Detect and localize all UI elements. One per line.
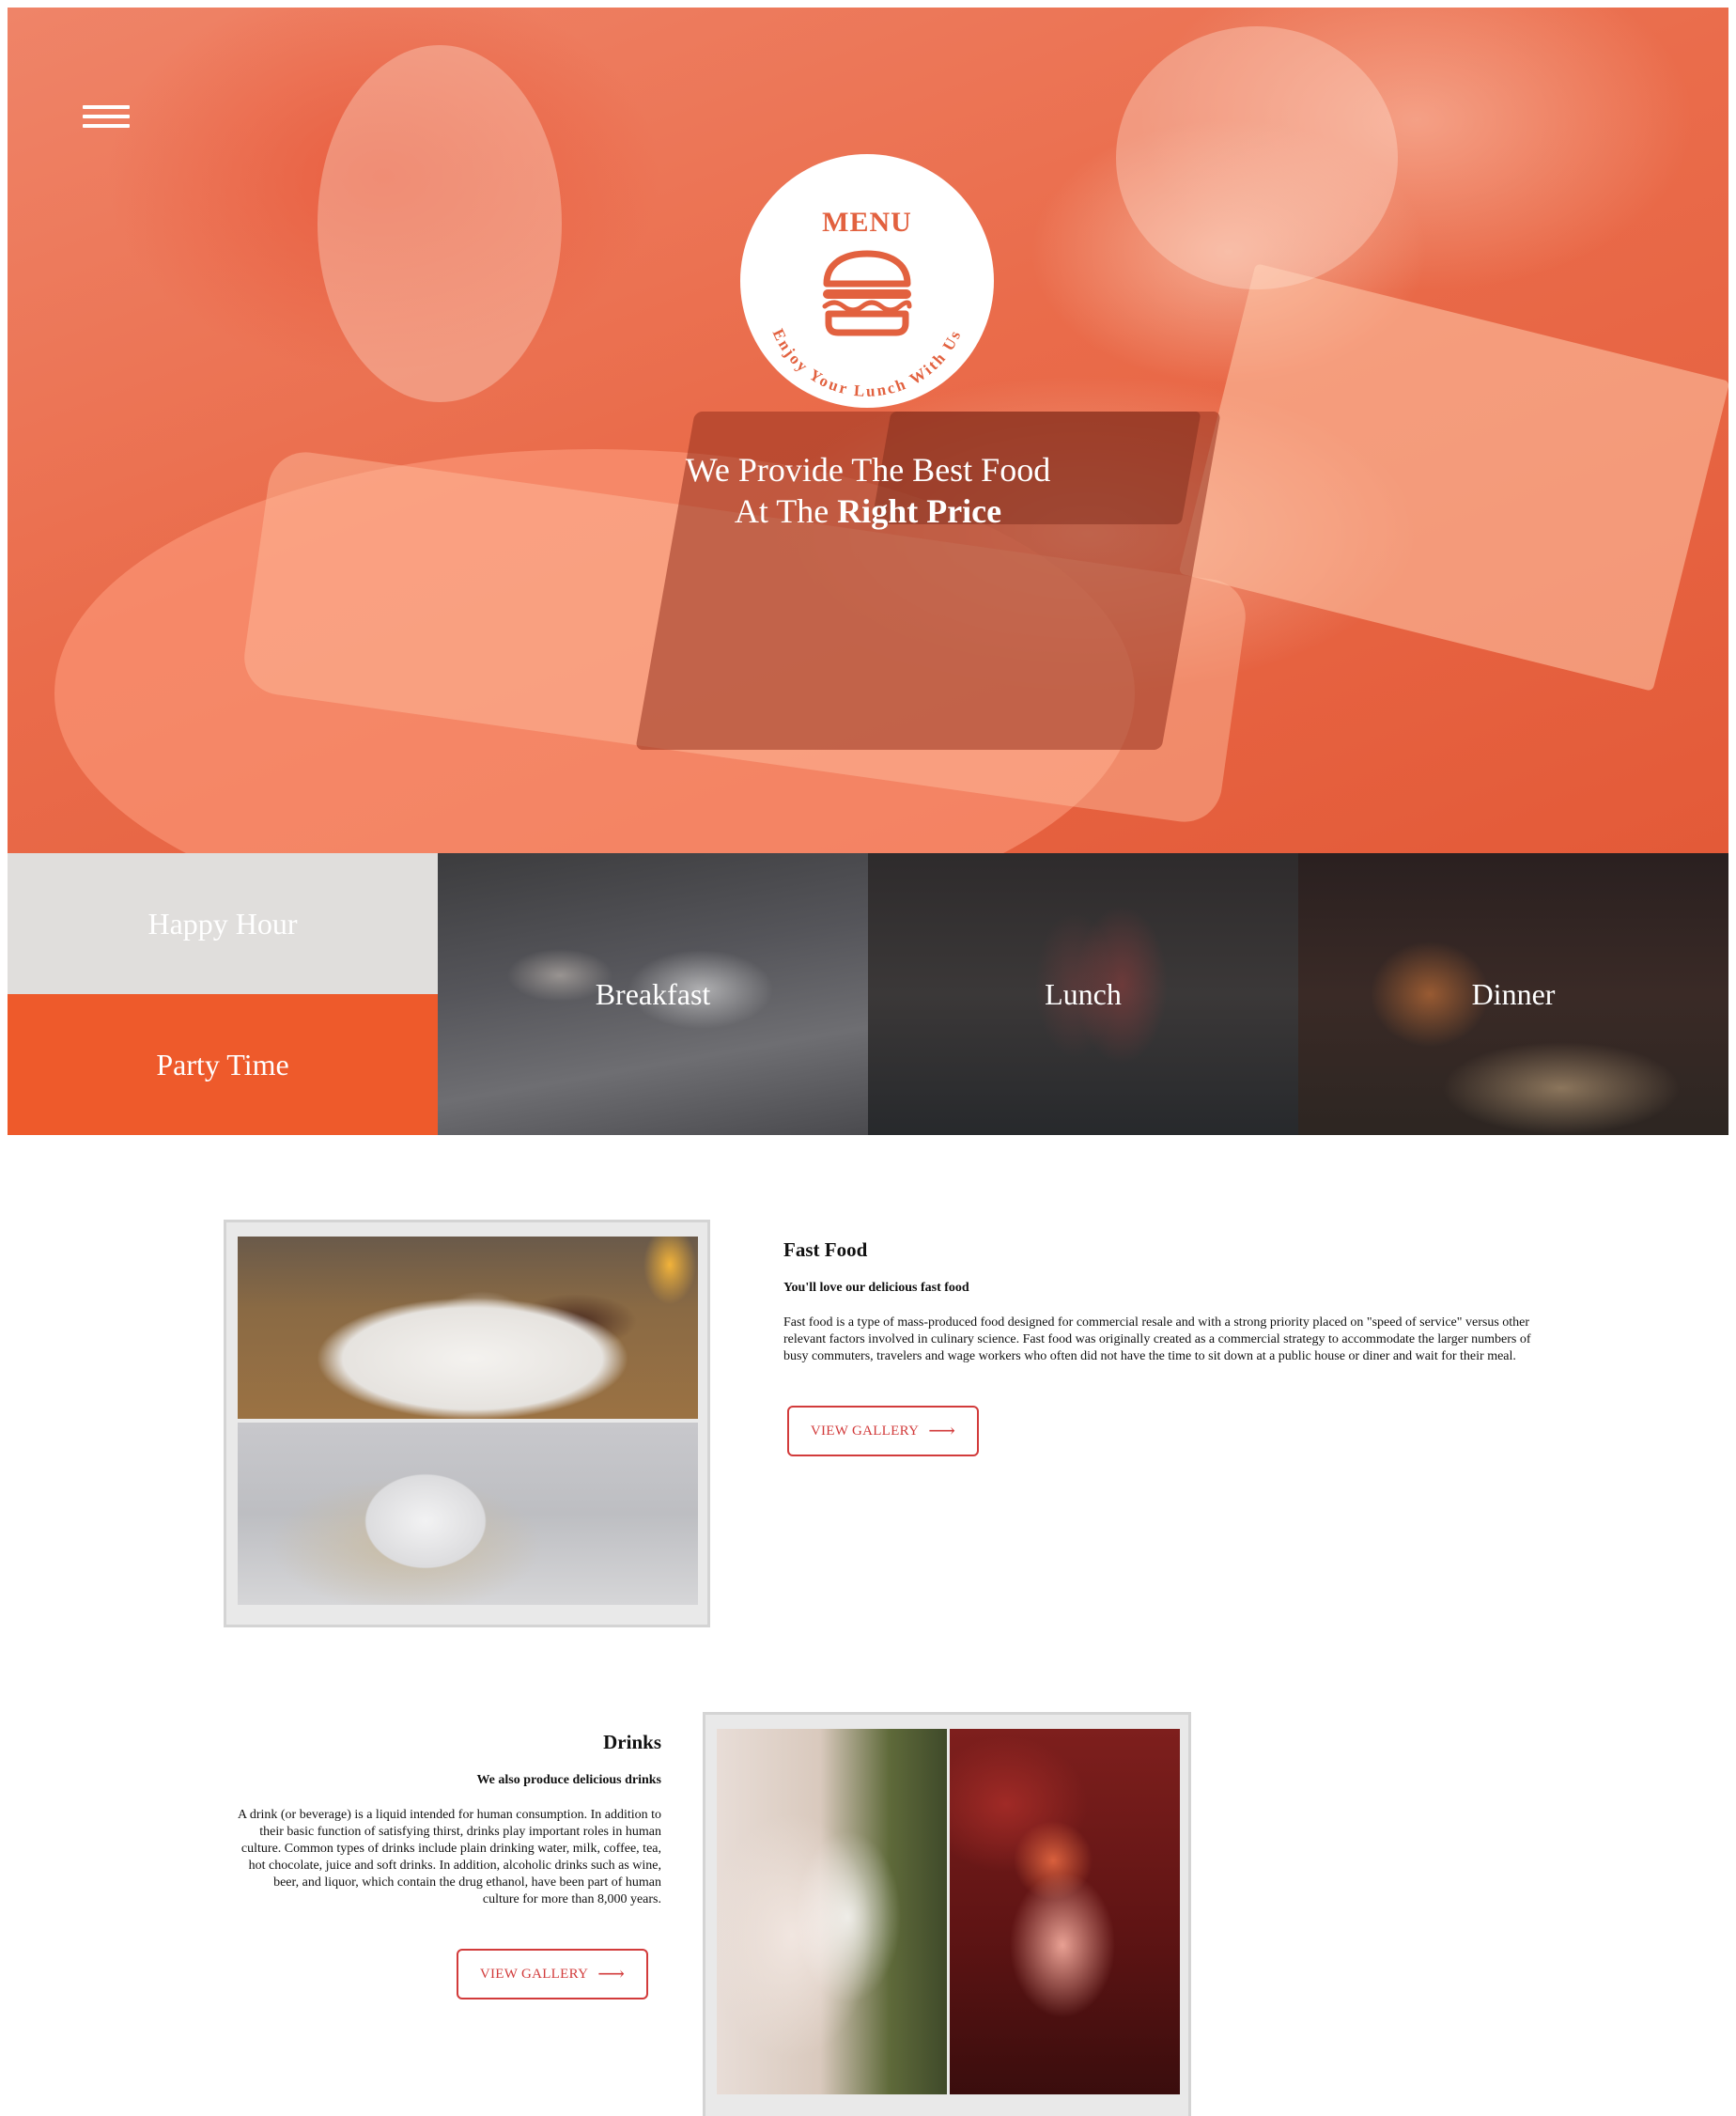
page: MENU Enjoy Your Lunch With Us We Provide… [8,8,1728,2116]
svg-text:Enjoy Your Lunch With Us: Enjoy Your Lunch With Us [769,326,966,400]
drinks-title: Drinks [603,1731,661,1753]
drinks-photo-water-glass [717,1729,947,2094]
fast-food-text: Fast Food You'll love our delicious fast… [783,1238,1535,1365]
tile-happy-hour[interactable]: Happy Hour [8,853,438,994]
tile-label: Dinner [1471,976,1556,1011]
drinks-subtitle: We also produce delicious drinks [476,1773,661,1787]
arrow-right-icon: ⟶ [597,1964,626,1984]
hamburger-menu-icon[interactable] [83,105,130,132]
tagline-line2: At The Right Price [8,490,1728,532]
tile-label: Lunch [1045,976,1122,1011]
tile-label: Party Time [156,1047,289,1081]
hero-banner: MENU Enjoy Your Lunch With Us We Provide… [8,8,1728,853]
tile-dinner[interactable]: Dinner [1298,853,1728,1135]
fast-food-title: Fast Food [783,1238,868,1261]
logo-tagline-arc: Enjoy Your Lunch With Us [769,326,966,400]
tile-lunch[interactable]: Lunch [868,853,1298,1135]
drinks-gallery [703,1712,1191,2116]
fast-food-photo-cake-slice [238,1423,698,1605]
menu-logo[interactable]: MENU Enjoy Your Lunch With Us [740,154,994,408]
drinks-text: Drinks We also produce delicious drinks … [235,1731,661,1908]
drinks-body: A drink (or beverage) is a liquid intend… [237,1808,661,1906]
tagline-line1: We Provide The Best Food [685,451,1051,489]
drinks-photo-cocktail [950,1729,1180,2094]
fast-food-photo-chocolate-cake [238,1237,698,1419]
arrow-right-icon: ⟶ [928,1421,956,1441]
tile-label: Happy Hour [147,906,298,941]
hero-bg-glass [1116,26,1398,289]
tagline-line2-prefix: At The [734,492,829,530]
tile-breakfast[interactable]: Breakfast [438,853,868,1135]
hero-bg-glass [318,45,562,402]
tile-label: Breakfast [595,976,711,1011]
category-tiles: Happy Hour Party Time Breakfast Lunch Di… [8,853,1728,1135]
button-label: VIEW GALLERY [479,1966,589,1982]
hero-tagline: We Provide The Best Food At The Right Pr… [8,449,1728,532]
drinks-view-gallery-button[interactable]: VIEW GALLERY ⟶ [457,1949,648,1999]
fast-food-subtitle: You'll love our delicious fast food [783,1281,969,1295]
button-label: VIEW GALLERY [810,1423,920,1439]
fast-food-gallery [224,1220,710,1627]
fast-food-body: Fast food is a type of mass-produced foo… [783,1315,1531,1363]
logo-tagline: Enjoy Your Lunch With Us [769,326,963,400]
fast-food-view-gallery-button[interactable]: VIEW GALLERY ⟶ [787,1406,979,1456]
tagline-line2-strong: Right Price [837,492,1002,530]
tile-party-time[interactable]: Party Time [8,994,438,1135]
